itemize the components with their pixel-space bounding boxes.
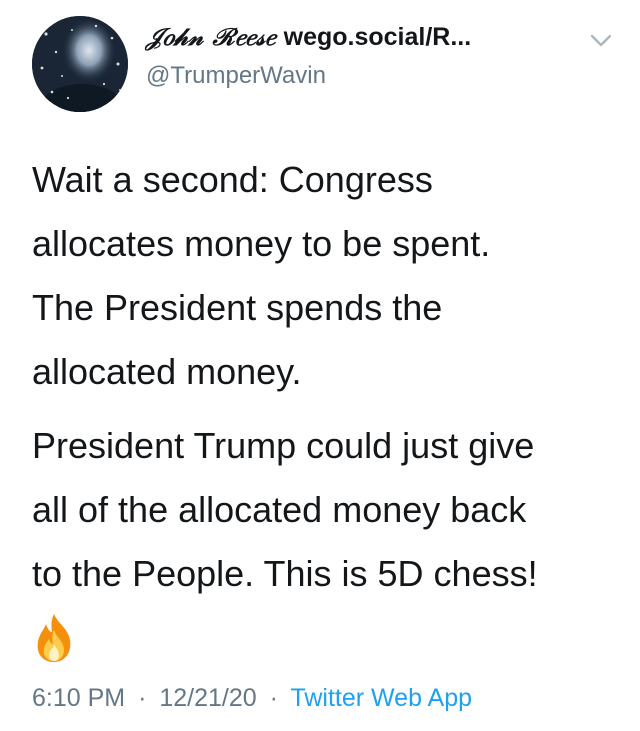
fire-icon bbox=[37, 614, 71, 662]
tweet-time[interactable]: 6:10 PM bbox=[32, 684, 125, 712]
tweet-date[interactable]: 12/21/20 bbox=[159, 684, 256, 712]
tweet-text: Wait a second: Congress allocates money … bbox=[32, 148, 612, 664]
meta-separator: · bbox=[138, 684, 147, 712]
tweet-paragraph: Wait a second: Congress allocates money … bbox=[32, 159, 491, 392]
name-line: 𝒥𝑜𝒽𝓃 ℛ𝑒𝑒𝓈𝑒 wego.social/R... bbox=[146, 22, 606, 60]
user-handle[interactable]: @TrumperWavin bbox=[146, 62, 606, 90]
tweet: 𝒥𝑜𝒽𝓃 ℛ𝑒𝑒𝓈𝑒 wego.social/R... @TrumperWavi… bbox=[0, 0, 640, 731]
tweet-paragraph: President Trump could just give all of t… bbox=[32, 425, 538, 594]
meta-separator: · bbox=[269, 684, 278, 712]
author-block[interactable]: 𝒥𝑜𝒽𝓃 ℛ𝑒𝑒𝓈𝑒 wego.social/R... @TrumperWavi… bbox=[146, 22, 606, 90]
profile-photo bbox=[32, 16, 128, 112]
avatar[interactable] bbox=[32, 16, 128, 112]
chevron-down-icon[interactable] bbox=[590, 34, 612, 48]
display-name[interactable]: 𝒥𝑜𝒽𝓃 ℛ𝑒𝑒𝓈𝑒 bbox=[146, 22, 276, 51]
tweet-meta: 6:10 PM · 12/21/20 · Twitter Web App bbox=[32, 684, 472, 713]
display-name-suffix[interactable]: wego.social/R... bbox=[284, 23, 472, 52]
tweet-source-link[interactable]: Twitter Web App bbox=[290, 684, 472, 712]
